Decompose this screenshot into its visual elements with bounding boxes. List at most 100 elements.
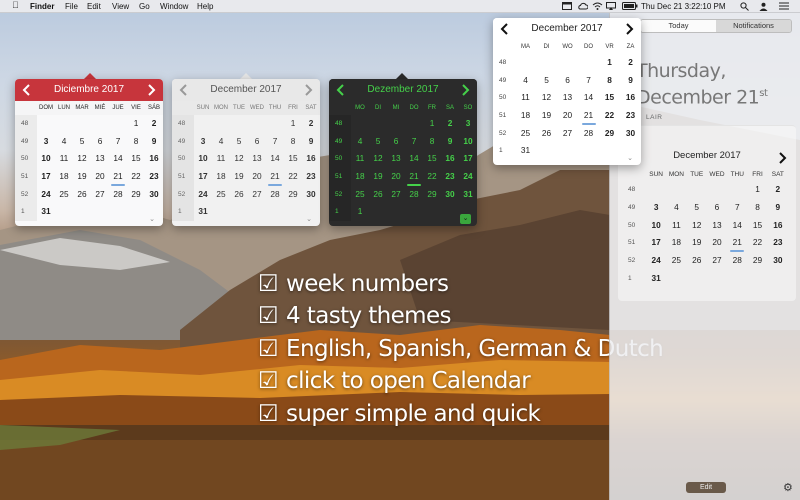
calendar-day[interactable]: 1 [423,115,441,133]
calendar-day[interactable]: 12 [230,150,248,168]
edit-button[interactable]: Edit [686,482,726,493]
calendar-day[interactable]: 6 [707,199,727,217]
calendar-day[interactable]: 25 [666,252,686,270]
calendar-day[interactable]: 13 [707,217,727,235]
calendar-day[interactable]: 6 [557,72,578,90]
apple-icon[interactable]:  [12,0,19,11]
calendar-day[interactable]: 11 [515,89,536,107]
calendar-day[interactable]: 30 [620,125,641,143]
calendar-day[interactable]: 5 [369,133,387,151]
calendar-widget-spanish[interactable]: Diciembre 2017 DOM LUN MAR MIÉ JUE VIE S… [15,79,163,226]
calendar-day[interactable]: 8 [284,133,302,151]
calendar-day-today[interactable]: 21 [266,168,284,186]
calendar-day[interactable]: 9 [441,133,459,151]
calendar-day[interactable]: 22 [599,107,620,125]
chevron-down-icon[interactable]: ⌄ [460,214,471,224]
calendar-day[interactable]: 28 [727,252,747,270]
calendar-day[interactable]: 27 [557,125,578,143]
calendar-day[interactable]: 16 [145,150,163,168]
calendar-day[interactable]: 15 [599,89,620,107]
calendar-day[interactable]: 4 [515,72,536,90]
calendar-day[interactable]: 18 [515,107,536,125]
month-title[interactable]: Diciembre 2017 [15,79,163,101]
calendar-day[interactable]: 15 [423,150,441,168]
calendar-day[interactable]: 27 [91,186,109,204]
calendar-day[interactable]: 8 [599,72,620,90]
calendar-day[interactable]: 26 [536,125,557,143]
calendar-day-today[interactable]: 21 [405,168,423,186]
calendar-day[interactable]: 29 [284,186,302,204]
calendar-day[interactable]: 2 [145,115,163,133]
calendar-day[interactable]: 31 [194,203,212,221]
calendar-day[interactable]: 20 [91,168,109,186]
calendar-day[interactable]: 12 [369,150,387,168]
calendar-day[interactable]: 20 [557,107,578,125]
calendar-day[interactable]: 3 [37,133,55,151]
calendar-day[interactable]: 13 [91,150,109,168]
calendar-day[interactable]: 9 [302,133,320,151]
search-icon[interactable] [740,2,749,13]
calendar-day[interactable]: 31 [459,186,477,204]
calendar-day[interactable]: 25 [515,125,536,143]
calendar-day[interactable]: 26 [687,252,707,270]
calendar-day[interactable]: 8 [747,199,767,217]
calendar-day[interactable]: 9 [620,72,641,90]
calendar-day[interactable]: 22 [284,168,302,186]
calendar-day[interactable]: 15 [284,150,302,168]
calendar-widget-english[interactable]: December 2017 SUN MON TUE WED THU FRI SA… [172,79,320,226]
calendar-day[interactable]: 10 [646,217,666,235]
calendar-day[interactable]: 6 [387,133,405,151]
calendar-day[interactable]: 19 [687,234,707,252]
calendar-day[interactable]: 25 [351,186,369,204]
calendar-day[interactable]: 23 [768,234,788,252]
calendar-day-today[interactable]: 21 [727,234,747,253]
calendar-day[interactable]: 30 [441,186,459,204]
menu-go[interactable]: Go [139,1,150,12]
menu-file[interactable]: File [65,1,78,12]
menu-edit[interactable]: Edit [87,1,101,12]
calendar-day[interactable]: 20 [387,168,405,186]
calendar-day[interactable]: 25 [212,186,230,204]
calendar-day[interactable]: 28 [266,186,284,204]
calendar-day[interactable]: 30 [768,252,788,270]
calendar-day[interactable]: 6 [248,133,266,151]
calendar-day[interactable]: 23 [145,168,163,186]
airplay-icon[interactable] [606,2,616,12]
chevron-down-icon[interactable]: ⌄ [149,215,155,223]
gear-icon[interactable]: ⚙ [783,481,793,494]
calendar-day[interactable]: 20 [707,234,727,252]
calendar-day[interactable]: 10 [194,150,212,168]
calendar-day[interactable]: 19 [369,168,387,186]
tab-today[interactable]: Today [641,20,716,32]
calendar-day[interactable]: 14 [109,150,127,168]
calendar-day[interactable]: 18 [212,168,230,186]
calendar-day[interactable]: 22 [747,234,767,252]
menubar-clock[interactable]: Thu Dec 21 3:22:10 PM [641,1,726,12]
tab-notifications[interactable]: Notifications [716,20,791,32]
calendar-widget-german[interactable]: Dezember 2017 MO DI MI DO FR SA SO 48 1 2 3… [329,79,477,226]
next-month-button[interactable] [147,83,157,97]
calendar-day[interactable]: 13 [387,150,405,168]
list-icon[interactable] [779,2,789,12]
menu-help[interactable]: Help [197,1,213,12]
calendar-day[interactable]: 6 [91,133,109,151]
month-title[interactable]: December 2017 [493,18,641,40]
cloud-icon[interactable] [578,2,589,12]
calendar-day[interactable]: 3 [459,115,477,133]
calendar-day[interactable]: 2 [441,115,459,133]
calendar-day[interactable]: 15 [747,217,767,235]
calendar-day[interactable]: 12 [536,89,557,107]
calendar-day[interactable]: 27 [248,186,266,204]
calendar-day[interactable]: 7 [405,133,423,151]
calendar-day[interactable]: 4 [666,199,686,217]
calendar-day[interactable]: 16 [302,150,320,168]
calendar-day-today[interactable]: 21 [109,168,127,186]
next-month-button[interactable] [304,83,314,97]
calendar-day[interactable]: 13 [557,89,578,107]
month-title[interactable]: Dezember 2017 [329,79,477,101]
calendar-day[interactable]: 12 [687,217,707,235]
calendar-day[interactable]: 7 [109,133,127,151]
calendar-day[interactable]: 29 [423,186,441,204]
calendar-day[interactable]: 17 [37,168,55,186]
calendar-day[interactable]: 28 [109,186,127,204]
